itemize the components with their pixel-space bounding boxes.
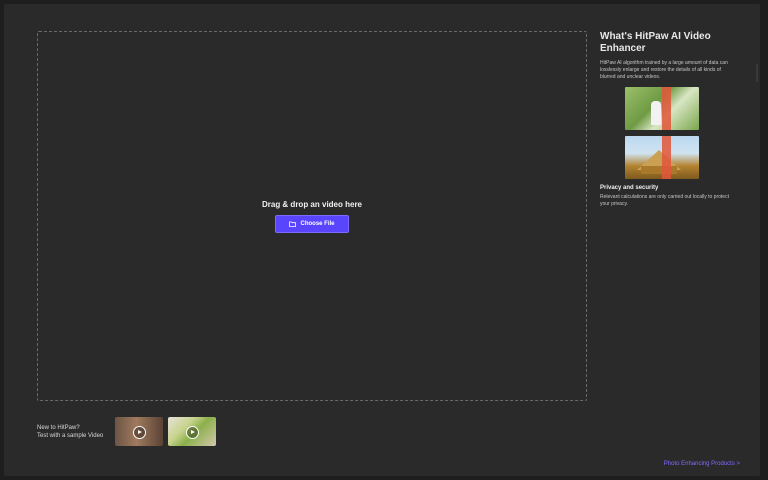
compare-slider-bar [662,87,671,130]
play-icon [133,425,146,439]
person-figure [651,101,661,125]
privacy-description: Relevant calculations are only carried o… [600,194,729,207]
sample-video-2[interactable] [168,417,216,446]
sample-video-section: New to HitPaw? Test with a sample Video [37,417,221,446]
choose-file-label: Choose File [300,220,335,227]
sidebar-title: What's HitPaw AI Video Enhancer [600,31,711,54]
info-sidebar: What's HitPaw AI Video Enhancer HitPaw A… [600,31,730,208]
before-after-image-house [625,136,699,179]
privacy-title: Privacy and security [600,185,659,191]
before-after-image-portrait [625,87,699,130]
play-icon [186,425,199,439]
house-base [641,166,677,174]
sample-line-1: New to HitPaw? [37,424,80,431]
drop-zone-title: Drag & drop an video here [261,199,363,209]
sample-line-2: Test with a sample Video [37,432,104,439]
compare-slider-bar [662,136,671,179]
choose-file-button[interactable]: Choose File [275,214,349,233]
drop-zone[interactable]: Drag & drop an video here Choose File [37,31,587,401]
app-window: Drag & drop an video here Choose File Wh… [4,4,760,476]
folder-icon [289,221,297,227]
sidebar-scrollbar[interactable] [756,64,758,82]
sidebar-description: HitPaw AI algorithm trained by a large a… [600,60,728,80]
sample-prompt: New to HitPaw? Test with a sample Video [37,424,115,440]
photo-enhancing-products-link[interactable]: Photo Enhancing Products > [664,461,740,467]
sample-video-1[interactable] [115,417,163,446]
